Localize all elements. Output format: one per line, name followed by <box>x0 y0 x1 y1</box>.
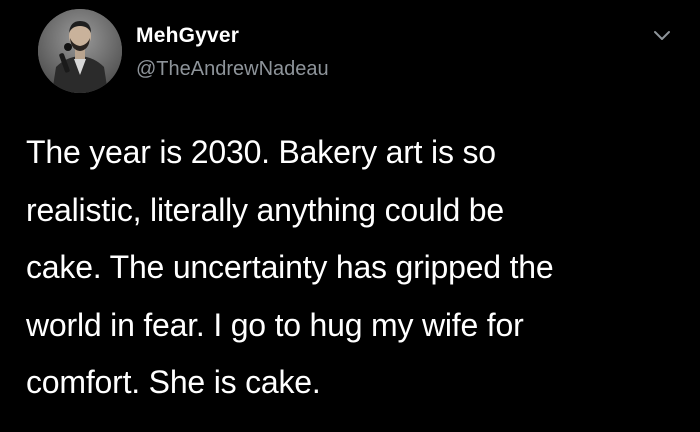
chevron-down-icon[interactable] <box>650 23 674 47</box>
author-handle[interactable]: @TheAndrewNadeau <box>136 57 329 81</box>
tweet-header: MehGyver @TheAndrewNadeau <box>38 9 678 105</box>
tweet-card: MehGyver @TheAndrewNadeau The year is 20… <box>0 0 700 432</box>
tweet-text: The year is 2030. Bakery art is so reali… <box>26 134 554 400</box>
author-display-name[interactable]: MehGyver <box>136 23 329 49</box>
author-names: MehGyver @TheAndrewNadeau <box>136 23 329 81</box>
avatar-photo-icon <box>38 9 122 93</box>
avatar[interactable] <box>38 9 122 93</box>
